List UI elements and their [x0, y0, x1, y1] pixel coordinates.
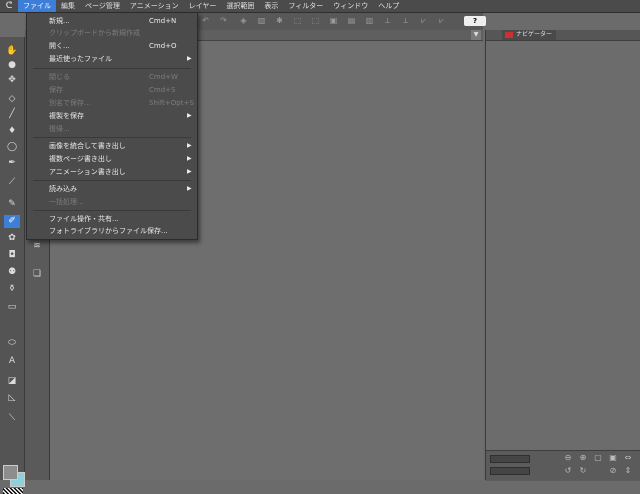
move-icon[interactable]: ✥ — [4, 74, 20, 87]
navigator-header: ナビゲーター — [486, 30, 640, 41]
snap-toggle-icon[interactable]: ⩗ — [436, 16, 447, 26]
menu-item-save-as: 別名で保存... Shift+Opt+S — [49, 99, 194, 107]
submenu-arrow-icon: ▶ — [187, 55, 192, 62]
ruler-icon[interactable]: ◺ — [4, 392, 20, 405]
sub-layers-icon[interactable]: ≋ — [29, 240, 45, 253]
menu-divider — [33, 137, 191, 138]
menu-file[interactable]: ファイル — [18, 0, 56, 12]
blend-icon[interactable]: ⚉ — [4, 266, 20, 279]
menu-item-recent-files[interactable]: 最近使ったファイル ▶ — [27, 53, 197, 65]
marker-icon[interactable]: ✒ — [4, 157, 20, 170]
snap-special-ruler-icon[interactable]: ⟂ — [382, 16, 393, 26]
tab-navigator[interactable]: ナビゲーター — [502, 30, 557, 40]
flip-vertical-icon[interactable]: ⇕ — [623, 466, 633, 476]
submenu-arrow-icon: ▶ — [187, 168, 192, 175]
lasso-icon[interactable]: ◯ — [4, 141, 20, 154]
hand-icon[interactable]: ✋ — [4, 45, 20, 58]
menu-divider — [33, 210, 191, 211]
menu-divider — [33, 180, 191, 181]
menu-item-new[interactable]: 新規... Cmd+N — [27, 15, 197, 27]
selection-border-icon[interactable]: ▤ — [346, 16, 357, 26]
rotate-left-icon[interactable]: ↺ — [563, 466, 573, 476]
menu-item-new-from-clipboard: クリップボードから新規作成 — [49, 29, 140, 37]
zoom-in-icon[interactable]: ⊕ — [578, 453, 588, 463]
shape-icon[interactable]: ⬭ — [4, 337, 20, 350]
reset-rotate-icon[interactable]: ⊘ — [608, 466, 618, 476]
submenu-arrow-icon: ▶ — [187, 142, 192, 149]
select-icon[interactable]: ◇ — [4, 93, 20, 106]
zoom-out-icon[interactable]: ⊖ — [563, 453, 573, 463]
menu-item-revert: 復帰... — [49, 125, 70, 133]
fill-icon[interactable]: ⚱ — [4, 283, 20, 296]
file-menu-dropdown: 新規... Cmd+N クリップボードから新規作成 開く... Cmd+O 最近… — [26, 12, 198, 240]
pen-icon[interactable]: ╱ — [4, 108, 20, 121]
undo-icon[interactable]: ↶ — [200, 16, 211, 26]
menu-edit[interactable]: 編集 — [56, 0, 80, 12]
actual-size-icon[interactable]: ▢ — [593, 453, 603, 463]
fit-icon[interactable]: ▣ — [608, 453, 618, 463]
zoom-slider[interactable] — [490, 455, 530, 463]
navigator-icon — [505, 32, 513, 38]
transparent-color-swatch[interactable] — [3, 488, 23, 494]
menu-item-file-share[interactable]: ファイル操作・共有... — [27, 213, 197, 225]
menu-item-open[interactable]: 開く... Cmd+O — [27, 40, 197, 52]
frame-icon[interactable]: ◪ — [4, 375, 20, 388]
submenu-arrow-icon: ▶ — [187, 112, 192, 119]
zoom-icon[interactable]: ● — [4, 59, 20, 72]
menu-window[interactable]: ウィンドウ — [328, 0, 373, 12]
flip-horizontal-icon[interactable]: ⇔ — [623, 453, 633, 463]
gradient-icon[interactable]: ▭ — [4, 301, 20, 314]
menu-page-management[interactable]: ページ管理 — [80, 0, 125, 12]
help-button[interactable]: ? — [464, 16, 486, 26]
menu-item-batch-process: 一括処理... — [49, 198, 84, 206]
brush-icon[interactable]: ♦ — [4, 125, 20, 138]
tool-palette: ✋ ● ✥ ◇ ╱ ♦ ◯ ✒ ⟋ ✎ ✐ ✿ ◘ ⚉ ⚱ ▭ ⬭ A ◪ ◺ … — [0, 37, 25, 494]
snap-grid-icon[interactable]: ⟂ — [400, 16, 411, 26]
menu-item-save-duplicate[interactable]: 複製を保存 ▶ — [27, 110, 197, 122]
menu-divider — [33, 68, 191, 69]
menu-item-save: 保存 Cmd+S — [49, 86, 176, 94]
invert-selection-icon[interactable]: ▣ — [328, 16, 339, 26]
correct-line-icon[interactable]: ⟍ — [4, 412, 20, 425]
eraser-icon[interactable]: ◘ — [4, 249, 20, 262]
snap-ruler-icon[interactable]: ▥ — [364, 16, 375, 26]
eyedropper-icon[interactable]: ⟋ — [4, 176, 20, 189]
airbrush-icon[interactable]: ✐ — [4, 215, 20, 228]
menu-item-import[interactable]: 読み込み ▶ — [27, 183, 197, 195]
menu-item-save-from-photo-library[interactable]: フォトライブラリからファイル保存... — [27, 225, 197, 237]
deselect-icon[interactable]: ⬚ — [310, 16, 321, 26]
submenu-arrow-icon: ▶ — [187, 185, 192, 192]
navigator-controls: ⊖ ⊕ ▢ ▣ ⇔ ↺ ↻ ⊘ ⇕ — [486, 450, 640, 481]
fill-selection-icon[interactable]: ✱ — [274, 16, 285, 26]
rotate-slider[interactable] — [490, 467, 530, 475]
pencil-icon[interactable]: ✎ — [4, 198, 20, 211]
menu-item-close: 閉じる Cmd+W — [49, 73, 178, 81]
redo-icon[interactable]: ↷ — [218, 16, 229, 26]
clear-icon[interactable]: ◈ — [238, 16, 249, 26]
text-icon[interactable]: A — [4, 355, 20, 368]
rotate-right-icon[interactable]: ↻ — [578, 466, 588, 476]
menu-layer[interactable]: レイヤー — [184, 0, 222, 12]
snap-perspective-icon[interactable]: ⩗ — [418, 16, 429, 26]
submenu-arrow-icon: ▶ — [187, 155, 192, 162]
menu-help[interactable]: ヘルプ — [373, 0, 404, 12]
main-color-swatch[interactable] — [3, 465, 18, 480]
navigator-tab-label: ナビゲーター — [516, 31, 553, 38]
transform-icon[interactable]: ⬚ — [292, 16, 303, 26]
app-logo-icon[interactable]: ᕦ — [0, 0, 18, 12]
sub-copy-icon[interactable]: ❏ — [29, 268, 45, 281]
menu-filter[interactable]: フィルター — [283, 0, 328, 12]
menu-item-export-single-layer[interactable]: 画像を統合して書き出し ▶ — [27, 140, 197, 152]
menu-selection[interactable]: 選択範囲 — [221, 0, 259, 12]
chevron-down-icon[interactable]: ▼ — [471, 30, 481, 40]
menu-animation[interactable]: アニメーション — [125, 0, 184, 12]
menu-view[interactable]: 表示 — [259, 0, 283, 12]
navigator-panel: ナビゲーター ⊖ ⊕ ▢ ▣ ⇔ ↺ ↻ ⊘ ⇕ — [485, 30, 640, 481]
menu-item-export-animation[interactable]: アニメーション書き出し ▶ — [27, 166, 197, 178]
decoration-icon[interactable]: ✿ — [4, 232, 20, 245]
clear-outside-icon[interactable]: ▧ — [256, 16, 267, 26]
menu-item-export-multiple-pages[interactable]: 複数ページ書き出し ▶ — [27, 153, 197, 165]
